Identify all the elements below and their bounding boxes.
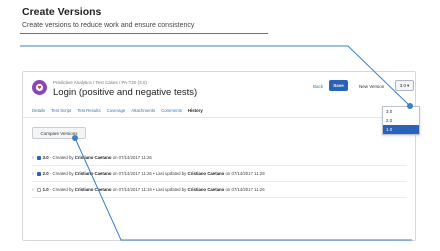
page-title: Create Versions (22, 6, 102, 18)
row-divider (32, 165, 407, 166)
updated-by: Cristiano Caetano (187, 171, 225, 176)
tab-comments[interactable]: Comments (161, 108, 182, 113)
updated-prefix: • Last updated by (153, 171, 187, 176)
created-by: Cristiano Caetano (74, 187, 112, 192)
tab-coverage[interactable]: Coverage (107, 108, 126, 113)
compare-versions-button[interactable]: Compare Versions (32, 127, 86, 139)
tab-details[interactable]: Details (32, 108, 45, 113)
updated-by: Cristiano Caetano (187, 187, 225, 192)
created-prefix: - Created by (49, 155, 74, 160)
page-subtitle: Create versions to reduce work and ensur… (22, 22, 195, 29)
test-case-panel: Predictive Analytics / Test Cases / PA-T… (22, 71, 420, 241)
version-row[interactable]: › 1.0 - Created by Cristiano Caetano on … (32, 185, 265, 194)
tab-bar: Details Test Script Test Results Coverag… (32, 108, 203, 113)
version-dropdown: 3.0 2.0 1.0 (382, 106, 420, 135)
new-version-button[interactable]: New Version (359, 84, 384, 89)
created-on: on 07/14/2017 11:19 (112, 187, 152, 192)
updated-prefix: • Last updated by (153, 187, 187, 192)
created-prefix: - Created by (49, 171, 74, 176)
version-select[interactable]: 3.0 ▾ (395, 80, 414, 91)
created-by: Cristiano Caetano (74, 155, 112, 160)
version-row[interactable]: › 3.0 - Created by Cristiano Caetano on … (32, 153, 152, 162)
tabs-divider (23, 117, 415, 118)
updated-on: on 07/14/2017 11:26 (225, 187, 265, 192)
back-button[interactable]: Back (313, 84, 323, 89)
chevron-right-icon[interactable]: › (32, 155, 34, 161)
tab-test-results[interactable]: Test Results (77, 108, 100, 113)
updated-on: on 07/14/2017 11:28 (225, 171, 265, 176)
row-divider (32, 197, 407, 198)
app-logo-icon (32, 80, 47, 95)
created-on: on 07/14/2017 11:26 (112, 155, 152, 160)
tab-history[interactable]: History (188, 108, 203, 113)
chevron-down-icon: ▾ (407, 82, 410, 88)
version-number: 3.0 (42, 155, 49, 160)
tab-attachments[interactable]: Attachments (131, 108, 155, 113)
breadcrumb[interactable]: Predictive Analytics / Test Cases / PA-T… (53, 80, 147, 85)
created-on: on 07/14/2017 11:26 (112, 171, 152, 176)
version-row[interactable]: › 2.0 - Created by Cristiano Caetano on … (32, 169, 265, 178)
version-checkbox[interactable] (36, 171, 41, 176)
chevron-right-icon[interactable]: › (32, 187, 34, 193)
row-divider (32, 181, 407, 182)
version-option[interactable]: 2.0 (383, 116, 419, 125)
title-divider (20, 33, 268, 34)
created-by: Cristiano Caetano (74, 171, 112, 176)
version-option-highlighted[interactable]: 1.0 (383, 125, 419, 134)
tab-test-script[interactable]: Test Script (51, 108, 71, 113)
version-select-value: 3.0 (399, 83, 406, 88)
slide-frame: Create Versions Create versions to reduc… (0, 0, 440, 251)
version-number: 1.0 (42, 187, 49, 192)
created-prefix: - Created by (49, 187, 74, 192)
version-checkbox[interactable] (36, 187, 41, 192)
version-checkbox[interactable] (36, 155, 41, 160)
save-button[interactable]: Save (329, 80, 348, 91)
version-number: 2.0 (42, 171, 49, 176)
test-case-title: Login (positive and negative tests) (53, 87, 198, 98)
chevron-right-icon[interactable]: › (32, 171, 34, 177)
version-option[interactable]: 3.0 (383, 107, 419, 116)
